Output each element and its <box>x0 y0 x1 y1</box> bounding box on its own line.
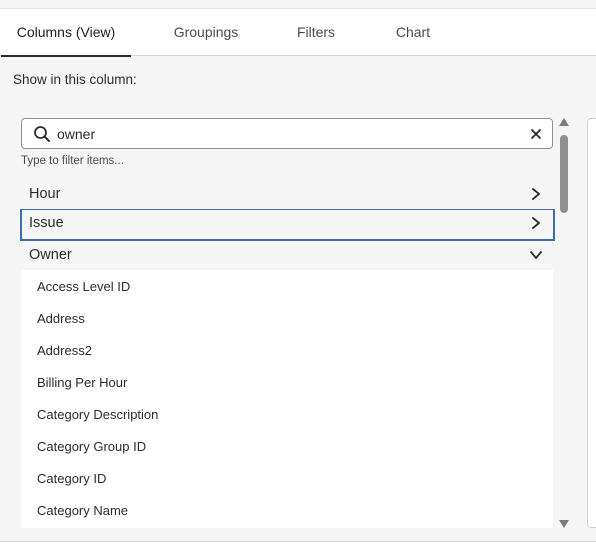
list-item[interactable]: Address <box>37 311 85 326</box>
search-icon <box>33 125 51 143</box>
search-hint: Type to filter items... <box>21 155 124 167</box>
chevron-down-icon <box>529 240 543 270</box>
vertical-scrollbar[interactable] <box>558 118 570 528</box>
tab-columns-view[interactable]: Columns (View) <box>1 9 131 57</box>
group-row-hour[interactable]: Hour <box>20 179 555 209</box>
scrollbar-thumb[interactable] <box>560 135 568 213</box>
tab-bar: Columns (View) Groupings Filters Chart <box>0 8 596 57</box>
owner-field-list: Access Level ID Address Address2 Billing… <box>21 270 553 528</box>
close-icon[interactable] <box>528 126 544 142</box>
scroll-down-arrow-icon[interactable] <box>559 520 569 528</box>
chevron-right-icon <box>529 179 543 209</box>
side-panel-edge <box>587 118 596 528</box>
tab-groupings[interactable]: Groupings <box>146 9 266 56</box>
list-item[interactable]: Address2 <box>37 343 92 358</box>
tab-filters[interactable]: Filters <box>276 9 356 56</box>
list-item[interactable]: Billing Per Hour <box>37 375 127 390</box>
search-input[interactable] <box>57 123 507 145</box>
search-field[interactable] <box>21 118 553 149</box>
list-item[interactable]: Category Name <box>37 503 128 518</box>
group-label: Issue <box>29 215 64 231</box>
group-row-issue[interactable]: Issue <box>20 209 555 241</box>
group-label: Hour <box>29 186 61 202</box>
scroll-up-arrow-icon[interactable] <box>559 118 569 126</box>
footer-bar <box>0 541 596 552</box>
list-item[interactable]: Category Group ID <box>37 439 146 454</box>
section-label: Show in this column: <box>13 72 137 87</box>
group-label: Owner <box>29 247 72 263</box>
tab-chart[interactable]: Chart <box>373 9 453 56</box>
list-item[interactable]: Category ID <box>37 471 106 486</box>
chevron-right-icon <box>529 209 543 237</box>
group-row-owner[interactable]: Owner <box>20 240 555 270</box>
list-item[interactable]: Access Level ID <box>37 279 130 294</box>
list-item[interactable]: Category Description <box>37 407 158 422</box>
